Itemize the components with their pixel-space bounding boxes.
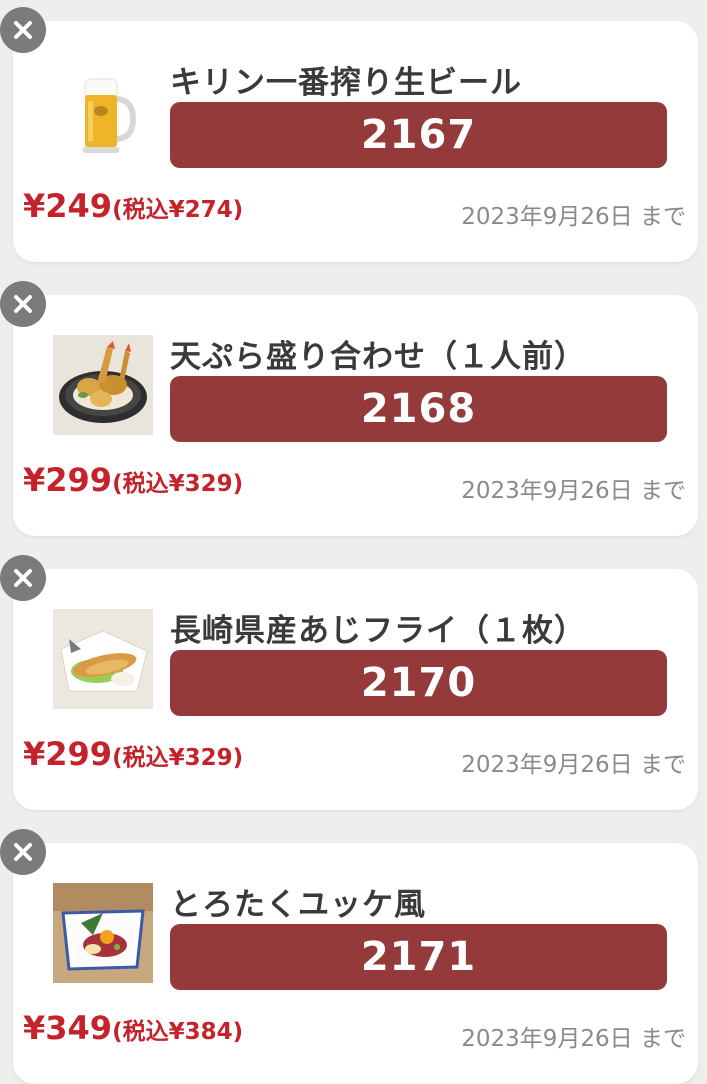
item-name: キリン一番搾り生ビール: [170, 65, 522, 101]
remove-coupon-button[interactable]: [0, 829, 46, 875]
remove-coupon-button[interactable]: [0, 281, 46, 327]
price: ¥299(税込¥329): [23, 461, 243, 499]
price-value: ¥299: [23, 461, 113, 499]
remove-coupon-button[interactable]: [0, 7, 46, 53]
beer-mug-icon: [53, 61, 153, 161]
coupon-card: キリン一番搾り生ビール 2167 ¥249(税込¥274) 2023年9月26日…: [0, 7, 698, 262]
item-name: 天ぷら盛り合わせ（１人前）: [170, 339, 586, 375]
expiry-date: 2023年9月26日 まで: [461, 204, 686, 230]
fried-fish-icon: [53, 609, 153, 709]
close-icon: [14, 843, 32, 861]
price-value: ¥299: [23, 735, 113, 773]
item-name: 長崎県産あじフライ（１枚）: [170, 613, 586, 649]
coupon-code: 2167: [360, 112, 477, 158]
coupon-code-box: 2170: [170, 650, 667, 716]
price-value: ¥249: [23, 187, 113, 225]
coupon-card: 長崎県産あじフライ（１枚） 2170 ¥299(税込¥329) 2023年9月2…: [0, 555, 698, 810]
coupon-code: 2168: [360, 386, 477, 432]
coupon-card: とろたくユッケ風 2171 ¥349(税込¥384) 2023年9月26日 まで: [0, 829, 698, 1084]
price-with-tax: (税込¥274): [112, 197, 244, 223]
expiry-date: 2023年9月26日 まで: [461, 752, 686, 778]
price: ¥299(税込¥329): [23, 735, 243, 773]
coupon-code-box: 2168: [170, 376, 667, 442]
coupon-code: 2170: [360, 660, 477, 706]
yukhoe-bowl-icon: [53, 883, 153, 983]
coupon-code-box: 2167: [170, 102, 667, 168]
close-icon: [14, 21, 32, 39]
remove-coupon-button[interactable]: [0, 555, 46, 601]
coupon-card: 天ぷら盛り合わせ（１人前） 2168 ¥299(税込¥329) 2023年9月2…: [0, 281, 698, 536]
close-icon: [14, 295, 32, 313]
price: ¥249(税込¥274): [23, 187, 243, 225]
coupon-list: キリン一番搾り生ビール 2167 ¥249(税込¥274) 2023年9月26日…: [0, 0, 707, 1084]
price: ¥349(税込¥384): [23, 1009, 243, 1047]
item-name: とろたくユッケ風: [170, 887, 426, 923]
coupon-code: 2171: [360, 934, 477, 980]
expiry-date: 2023年9月26日 まで: [461, 1026, 686, 1052]
expiry-date: 2023年9月26日 まで: [461, 478, 686, 504]
coupon-code-box: 2171: [170, 924, 667, 990]
close-icon: [14, 569, 32, 587]
tempura-plate-icon: [53, 335, 153, 435]
price-with-tax: (税込¥329): [112, 745, 244, 771]
price-value: ¥349: [23, 1009, 113, 1047]
price-with-tax: (税込¥384): [112, 1019, 244, 1045]
price-with-tax: (税込¥329): [112, 471, 244, 497]
